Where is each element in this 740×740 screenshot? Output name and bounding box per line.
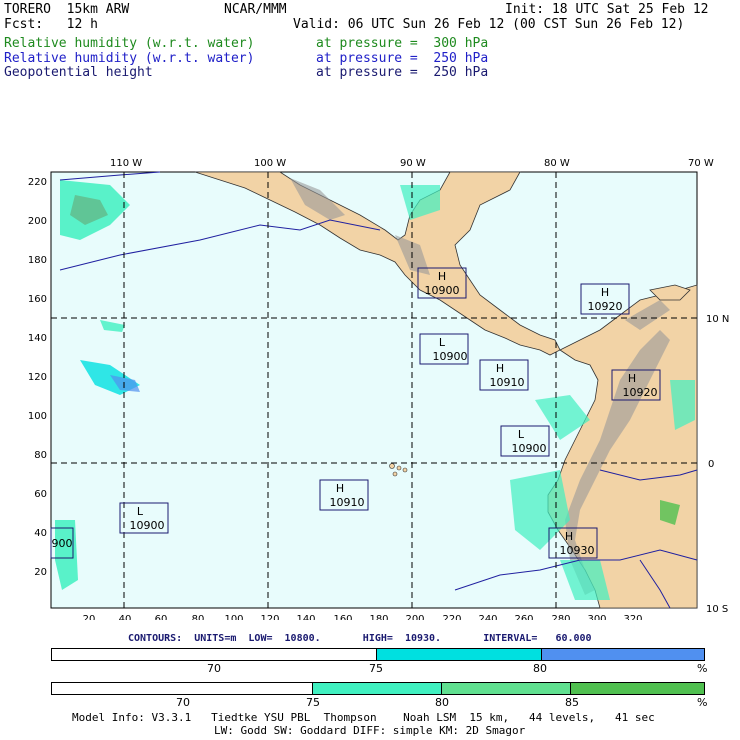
forecast-hour: Fcst: 12 h bbox=[4, 17, 98, 32]
colorbar-segment bbox=[377, 649, 542, 660]
svg-text:H: H bbox=[336, 482, 344, 495]
center-name: NCAR/MMM bbox=[224, 2, 287, 17]
colorbar-label: % bbox=[697, 662, 708, 675]
colorbar-label: 70 bbox=[176, 696, 190, 709]
svg-text:10910: 10910 bbox=[330, 496, 365, 509]
x-tick: 140 bbox=[296, 614, 315, 620]
colorbar-segment bbox=[442, 683, 571, 694]
field-1-name: Relative humidity (w.r.t. water) bbox=[4, 36, 255, 51]
svg-text:H: H bbox=[565, 530, 573, 543]
y-tick: 80 bbox=[34, 450, 47, 461]
x-tick: 20 bbox=[83, 614, 96, 620]
colorbar-label: 80 bbox=[435, 696, 449, 709]
colorbar-300hpa bbox=[51, 682, 705, 695]
svg-text:H: H bbox=[496, 362, 504, 375]
svg-text:10920: 10920 bbox=[588, 300, 623, 313]
init-time: Init: 18 UTC Sat 25 Feb 12 bbox=[505, 2, 709, 17]
svg-text:H: H bbox=[601, 286, 609, 299]
lon-label-90w: 90 W bbox=[400, 158, 426, 169]
lon-label-110w: 110 W bbox=[110, 158, 142, 169]
svg-text:10900: 10900 bbox=[512, 442, 547, 455]
weather-map: 110 W 100 W 90 W 80 W 70 W 10 N 0 10 S 2… bbox=[28, 158, 729, 620]
y-tick: 20 bbox=[34, 567, 47, 578]
colorbar-segment bbox=[313, 683, 442, 694]
physics-info: LW: Godd SW: Goddard DIFF: simple KM: 2D… bbox=[214, 724, 526, 737]
colorbar-label: 70 bbox=[207, 662, 221, 675]
field-2-name: Relative humidity (w.r.t. water) bbox=[4, 51, 255, 66]
x-tick: 40 bbox=[119, 614, 132, 620]
svg-text:10920: 10920 bbox=[623, 386, 658, 399]
valid-time: Valid: 06 UTC Sun 26 Feb 12 (00 CST Sun … bbox=[293, 17, 685, 32]
svg-text:10900: 10900 bbox=[425, 284, 460, 297]
colorbar-label: % bbox=[697, 696, 708, 709]
lon-label-80w: 80 W bbox=[544, 158, 570, 169]
field-1-level: at pressure = 300 hPa bbox=[316, 36, 489, 51]
svg-text:10900: 10900 bbox=[130, 519, 165, 532]
colorbar-label: 75 bbox=[306, 696, 320, 709]
x-tick: 100 bbox=[224, 614, 243, 620]
svg-text:10930: 10930 bbox=[560, 544, 595, 557]
colorbar-segment bbox=[542, 649, 704, 660]
y-tick: 220 bbox=[28, 177, 47, 188]
y-tick: 180 bbox=[28, 255, 47, 266]
colorbar-segment bbox=[52, 683, 313, 694]
svg-text:10900: 10900 bbox=[433, 350, 468, 363]
x-axis-ticks: 20 40 60 80 100 120 140 160 180 200 220 … bbox=[83, 614, 643, 620]
y-tick: 120 bbox=[28, 372, 47, 383]
x-tick: 220 bbox=[442, 614, 461, 620]
x-tick: 240 bbox=[478, 614, 497, 620]
lat-label-0: 0 bbox=[708, 459, 714, 470]
svg-text:900: 900 bbox=[52, 537, 73, 550]
lon-label-70w: 70 W bbox=[688, 158, 714, 169]
x-tick: 160 bbox=[333, 614, 352, 620]
field-3-level: at pressure = 250 hPa bbox=[316, 65, 489, 80]
colorbar-250hpa bbox=[51, 648, 705, 661]
latitude-labels: 10 N 0 10 S bbox=[706, 314, 729, 615]
y-tick: 140 bbox=[28, 333, 47, 344]
svg-text:H: H bbox=[438, 270, 446, 283]
y-tick: 60 bbox=[34, 489, 47, 500]
contour-info: CONTOURS: UNITS=m LOW= 10800. HIGH= 1093… bbox=[128, 633, 592, 644]
field-2-level: at pressure = 250 hPa bbox=[316, 51, 489, 66]
field-3-name: Geopotential height bbox=[4, 65, 153, 80]
svg-text:L: L bbox=[518, 428, 525, 441]
y-axis-ticks: 220 200 180 160 140 120 100 80 60 40 20 bbox=[28, 177, 47, 578]
x-tick: 120 bbox=[260, 614, 279, 620]
y-tick: 200 bbox=[28, 216, 47, 227]
x-tick: 280 bbox=[551, 614, 570, 620]
x-tick: 300 bbox=[587, 614, 606, 620]
longitude-labels: 110 W 100 W 90 W 80 W 70 W bbox=[110, 158, 714, 169]
colorbar-label: 85 bbox=[565, 696, 579, 709]
lat-label-10s: 10 S bbox=[706, 604, 728, 615]
x-tick: 60 bbox=[155, 614, 168, 620]
colorbar-segment bbox=[571, 683, 704, 694]
x-tick: 320 bbox=[623, 614, 642, 620]
svg-text:L: L bbox=[439, 336, 446, 349]
x-tick: 180 bbox=[369, 614, 388, 620]
lon-label-100w: 100 W bbox=[254, 158, 286, 169]
model-name: TORERO 15km ARW bbox=[4, 2, 130, 17]
y-tick: 100 bbox=[28, 411, 47, 422]
x-tick: 200 bbox=[405, 614, 424, 620]
y-tick: 40 bbox=[34, 528, 47, 539]
svg-text:H: H bbox=[628, 372, 636, 385]
colorbar-segment bbox=[52, 649, 377, 660]
colorbar-label: 80 bbox=[533, 662, 547, 675]
svg-text:10910: 10910 bbox=[490, 376, 525, 389]
colorbar-label: 75 bbox=[369, 662, 383, 675]
svg-text:L: L bbox=[137, 505, 144, 518]
lat-label-10n: 10 N bbox=[706, 314, 729, 325]
x-tick: 80 bbox=[192, 614, 205, 620]
y-tick: 160 bbox=[28, 294, 47, 305]
x-tick: 260 bbox=[514, 614, 533, 620]
model-info: Model Info: V3.3.1 Tiedtke YSU PBL Thomp… bbox=[72, 711, 655, 724]
